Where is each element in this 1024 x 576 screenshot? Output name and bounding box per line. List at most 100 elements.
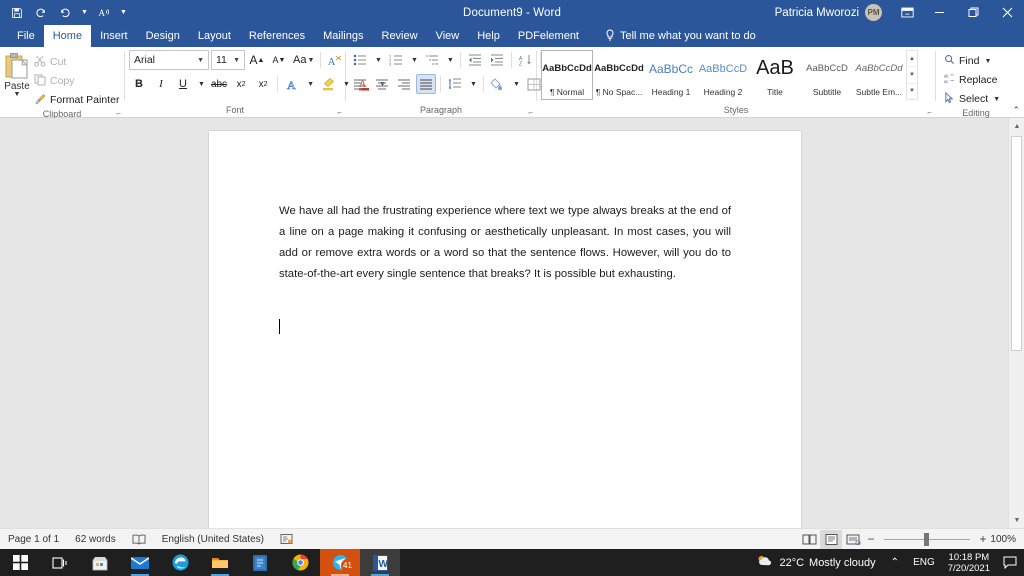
undo-icon[interactable] <box>54 2 76 23</box>
style-normal[interactable]: AaBbCcDd ¶ Normal <box>541 50 593 100</box>
tab-mailings[interactable]: Mailings <box>314 25 372 47</box>
grow-font-icon[interactable]: A▲ <box>247 50 267 70</box>
underline-icon[interactable]: U <box>173 74 193 94</box>
blue-app-icon[interactable] <box>240 549 280 576</box>
tab-view[interactable]: View <box>427 25 469 47</box>
format-painter-button[interactable]: Format Painter <box>30 91 123 109</box>
styles-more-icon[interactable]: ▼ <box>907 84 917 99</box>
text-effects-icon[interactable]: A <box>282 74 302 94</box>
minimize-button[interactable] <box>922 0 956 25</box>
notifications-icon[interactable] <box>996 556 1024 569</box>
collapse-ribbon-icon[interactable]: ⌃ <box>1012 105 1020 116</box>
line-spacing-icon[interactable] <box>445 74 465 94</box>
microsoft-word-icon[interactable]: W <box>360 549 400 576</box>
page-count[interactable]: Page 1 of 1 <box>0 529 67 550</box>
tab-help[interactable]: Help <box>468 25 509 47</box>
avatar[interactable]: PM <box>865 4 882 21</box>
paste-dropdown-icon[interactable]: ▼ <box>14 92 21 98</box>
google-chrome-icon[interactable] <box>280 549 320 576</box>
tab-review[interactable]: Review <box>373 25 427 47</box>
redo-icon[interactable] <box>30 2 52 23</box>
tab-references[interactable]: References <box>240 25 314 47</box>
text-effects-dropdown-icon[interactable]: ▼ <box>304 74 316 94</box>
zoom-in-button[interactable]: + <box>976 532 990 546</box>
style-subtle-emphasis[interactable]: AaBbCcDd Subtle Em... <box>853 50 905 100</box>
clear-formatting-icon[interactable]: A <box>325 50 345 70</box>
paragraph-dialog-launcher[interactable]: ⌐ <box>528 108 533 117</box>
save-icon[interactable] <box>6 2 28 23</box>
shading-icon[interactable] <box>488 74 508 94</box>
copy-button[interactable]: Copy <box>30 72 123 90</box>
superscript-icon[interactable]: x2 <box>253 74 273 94</box>
find-button[interactable]: Find ▼ <box>940 52 1004 70</box>
microsoft-store-icon[interactable] <box>80 549 120 576</box>
customize-qat-icon[interactable]: ▼ <box>117 2 130 23</box>
scroll-down-icon[interactable]: ▼ <box>1009 512 1024 528</box>
numbering-icon[interactable]: 123 <box>386 50 406 70</box>
font-name-combo[interactable]: Arial ▼ <box>129 50 209 70</box>
task-view-button[interactable] <box>40 549 80 576</box>
tab-pdfelement[interactable]: PDFelement <box>509 25 588 47</box>
undo-dropdown-icon[interactable]: ▼ <box>78 2 91 23</box>
font-size-combo[interactable]: 11 ▼ <box>211 50 245 70</box>
shrink-font-icon[interactable]: A▼ <box>269 50 289 70</box>
weather-widget[interactable]: 22°C Mostly cloudy <box>748 554 883 571</box>
select-button[interactable]: Select ▼ <box>940 90 1004 108</box>
underline-dropdown-icon[interactable]: ▼ <box>195 74 207 94</box>
scroll-up-icon[interactable]: ▲ <box>1009 118 1024 134</box>
highlight-color-icon[interactable] <box>318 74 338 94</box>
clock[interactable]: 10:18 PM 7/20/2021 <box>942 549 996 576</box>
vertical-scrollbar[interactable]: ▲ ▼ <box>1008 118 1024 528</box>
show-hidden-icons-button[interactable]: ⌃ <box>884 549 906 576</box>
multilevel-list-icon[interactable] <box>422 50 442 70</box>
clipboard-dialog-launcher[interactable]: ⌐ <box>116 109 121 118</box>
scrollbar-thumb[interactable] <box>1011 136 1022 351</box>
view-web-layout-icon[interactable] <box>842 530 864 549</box>
replace-button[interactable]: abac Replace <box>940 71 1004 89</box>
zoom-out-button[interactable]: − <box>864 532 878 546</box>
proofing-status-icon[interactable] <box>124 529 154 550</box>
microsoft-edge-icon[interactable] <box>160 549 200 576</box>
view-read-mode-icon[interactable] <box>798 530 820 549</box>
increase-indent-icon[interactable] <box>487 50 507 70</box>
styles-scroll-down-icon[interactable]: ▼ <box>907 67 917 83</box>
line-spacing-dropdown-icon[interactable]: ▼ <box>467 74 479 94</box>
word-count[interactable]: 62 words <box>67 529 124 550</box>
tab-design[interactable]: Design <box>137 25 189 47</box>
subscript-icon[interactable]: x2 <box>231 74 251 94</box>
style-no-spacing[interactable]: AaBbCcDd ¶ No Spac... <box>593 50 645 100</box>
strikethrough-icon[interactable]: abc <box>209 74 229 94</box>
accessibility-checker-icon[interactable] <box>272 529 301 550</box>
zoom-thumb[interactable] <box>924 533 929 546</box>
tab-file[interactable]: File <box>8 25 44 47</box>
font-dialog-launcher[interactable]: ⌐ <box>337 108 342 117</box>
styles-dialog-launcher[interactable]: ⌐ <box>927 108 932 117</box>
style-title[interactable]: AaB Title <box>749 50 801 100</box>
shading-dropdown-icon[interactable]: ▼ <box>510 74 522 94</box>
numbering-dropdown-icon[interactable]: ▼ <box>408 50 420 70</box>
tell-me-search[interactable]: Tell me what you want to do <box>596 25 765 47</box>
find-dropdown-icon[interactable]: ▼ <box>984 58 991 65</box>
restore-button[interactable] <box>956 0 990 25</box>
file-explorer-icon[interactable] <box>200 549 240 576</box>
document-canvas[interactable]: We have all had the frustrating experien… <box>0 118 1024 528</box>
multilevel-dropdown-icon[interactable]: ▼ <box>444 50 456 70</box>
select-dropdown-icon[interactable]: ▼ <box>993 96 1000 103</box>
zoom-level[interactable]: 100% <box>990 534 1024 545</box>
style-heading-1[interactable]: AaBbCc Heading 1 <box>645 50 697 100</box>
paste-button[interactable]: Paste ▼ <box>4 50 30 98</box>
justify-icon[interactable] <box>416 74 436 94</box>
language-indicator-tray[interactable]: ENG <box>906 549 942 576</box>
language-indicator[interactable]: English (United States) <box>154 529 272 550</box>
styles-scroll-up-icon[interactable]: ▲ <box>907 51 917 67</box>
tab-insert[interactable]: Insert <box>91 25 137 47</box>
change-case-icon[interactable]: Aa▼ <box>291 50 316 70</box>
close-button[interactable] <box>990 0 1024 25</box>
messaging-app-icon[interactable]: 41 <box>320 549 360 576</box>
read-aloud-icon[interactable]: A <box>93 2 115 23</box>
document-body-text[interactable]: We have all had the frustrating experien… <box>279 201 731 285</box>
start-button[interactable] <box>0 549 40 576</box>
ribbon-display-options-icon[interactable] <box>892 0 922 25</box>
italic-icon[interactable]: I <box>151 74 171 94</box>
tab-layout[interactable]: Layout <box>189 25 240 47</box>
